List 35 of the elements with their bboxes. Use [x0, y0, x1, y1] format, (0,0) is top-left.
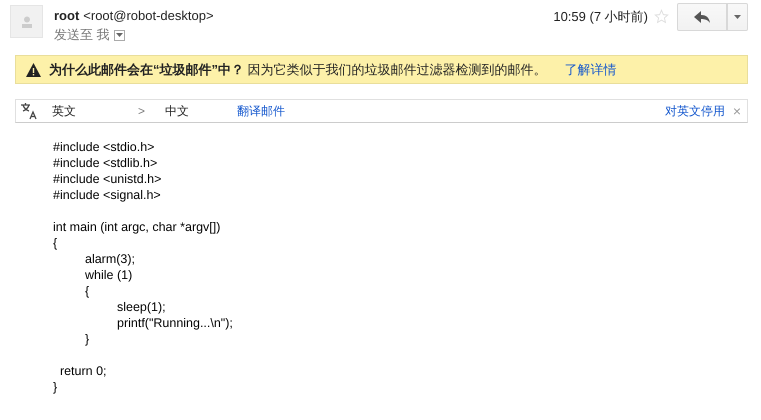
star-icon[interactable]	[654, 9, 669, 24]
more-button[interactable]	[727, 3, 748, 31]
code-line: return 0;	[58, 363, 108, 379]
warning-icon	[26, 62, 41, 76]
code-line: int main (int argc, char *argv[])	[53, 219, 222, 235]
sender-address: <root@robot-desktop>	[83, 8, 214, 23]
code-line: #include <stdlib.h>	[53, 155, 158, 171]
code-line: alarm(3);	[84, 251, 136, 267]
translate-icon	[20, 102, 38, 120]
target-language[interactable]: 中文	[165, 102, 190, 120]
spam-notice: 为什么此邮件会在“垃圾邮件”中？ 因为它类似于我们的垃圾邮件过滤器检测到的邮件。	[49, 60, 547, 78]
code-line: #include <signal.h>	[53, 187, 162, 203]
avatar-icon	[10, 5, 43, 38]
source-language[interactable]: 英文	[52, 102, 76, 120]
code-line: printf("Running...\n");	[116, 315, 234, 331]
caret-icon	[734, 15, 741, 19]
sender-name: root	[54, 8, 80, 23]
caret-icon	[116, 32, 123, 38]
code-line: {	[84, 283, 90, 299]
arrow-separator: >	[138, 104, 146, 118]
code-line: #include <unistd.h>	[53, 171, 162, 187]
recipient-label: 发送至 我	[54, 26, 110, 44]
code-line: }	[53, 379, 58, 395]
code-line: }	[84, 331, 90, 347]
reply-button[interactable]	[677, 3, 727, 31]
code-line: while (1)	[84, 267, 134, 283]
code-line: {	[53, 235, 58, 251]
details-dropdown[interactable]	[114, 30, 125, 40]
translate-link[interactable]: 翻译邮件	[237, 102, 286, 120]
message-time: 10:59 (7 小时前)	[553, 8, 648, 26]
disable-translation-link[interactable]: 对英文停用	[664, 102, 725, 120]
learn-more-link[interactable]: 了解详情	[564, 60, 617, 78]
code-line: #include <stdio.h>	[53, 139, 156, 155]
code-line: sleep(1);	[116, 299, 167, 315]
reply-icon	[694, 11, 710, 23]
